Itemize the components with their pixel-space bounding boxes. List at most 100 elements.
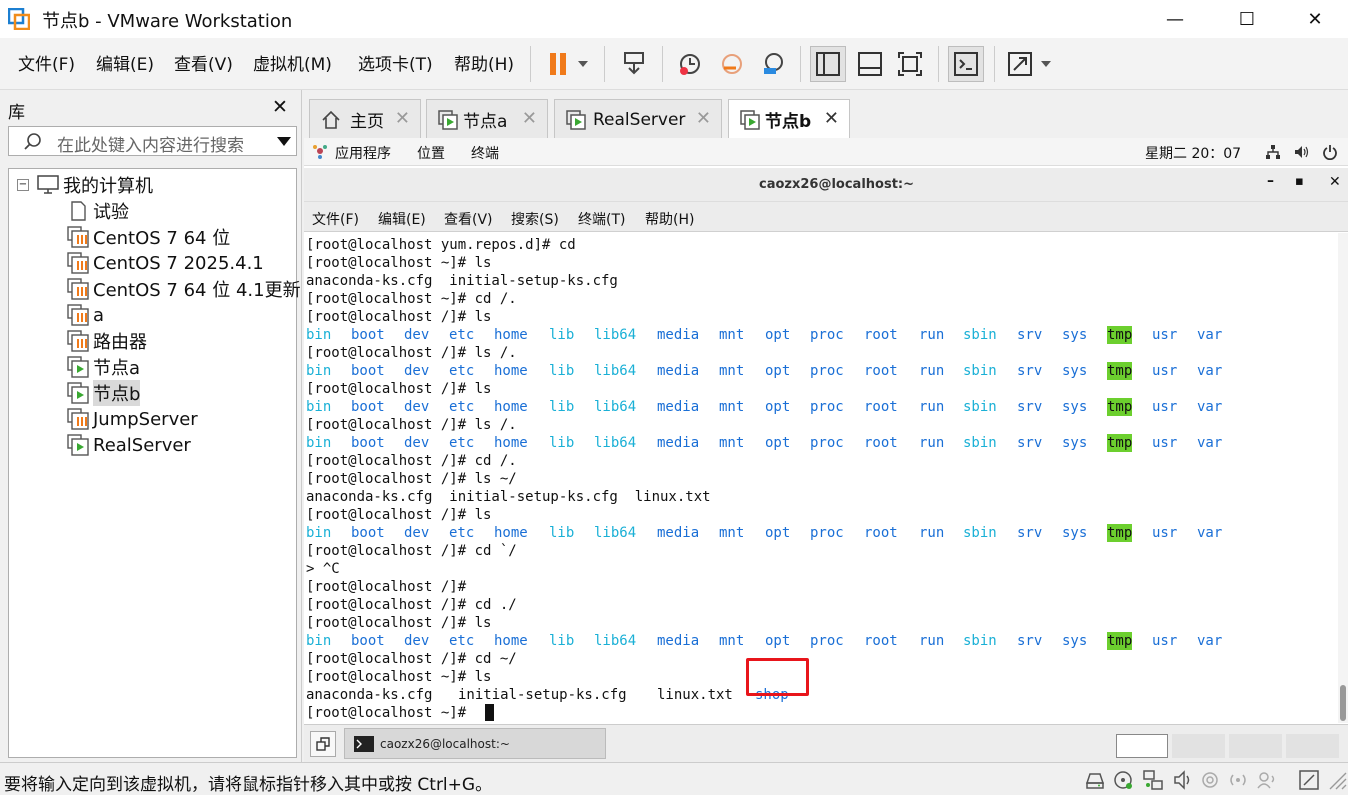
- terminal-maximize-button[interactable]: ▪: [1295, 174, 1304, 189]
- volume-icon[interactable]: [1293, 144, 1309, 160]
- library-close-icon[interactable]: ✕: [272, 96, 288, 118]
- dir-entry: srv: [1017, 363, 1043, 379]
- tree-root[interactable]: − 我的计算机: [17, 173, 153, 197]
- workspace-3[interactable]: [1229, 734, 1282, 758]
- tab-node-b[interactable]: 节点b ✕: [728, 99, 850, 139]
- vm-running-icon: [67, 382, 89, 404]
- dir-entry: run: [919, 525, 945, 541]
- resize-grip-icon[interactable]: [1326, 769, 1348, 791]
- sound-card-icon[interactable]: [1172, 769, 1194, 791]
- dir-entry: proc: [810, 327, 844, 343]
- vm-console[interactable]: 应用程序 位置 终端 星期二 20：07 caozx26@localhost:~…: [304, 138, 1348, 762]
- menu-vm[interactable]: 虚拟机(M): [253, 50, 332, 75]
- guest-applications-menu[interactable]: 应用程序: [335, 143, 391, 163]
- close-button[interactable]: ✕: [1292, 4, 1338, 34]
- tree-item[interactable]: CentOS 7 2025.4.1: [67, 251, 264, 275]
- fit-guest-icon[interactable]: [892, 46, 928, 82]
- collapse-icon[interactable]: −: [17, 179, 29, 191]
- dir-entry: bin: [306, 399, 332, 415]
- power-icon[interactable]: [1322, 144, 1338, 160]
- show-desktop-icon[interactable]: [310, 731, 336, 757]
- dir-entry: proc: [810, 363, 844, 379]
- thumbnail-bar-icon[interactable]: [852, 46, 888, 82]
- term-menu-edit[interactable]: 编辑(E): [378, 209, 426, 229]
- console-view-icon[interactable]: [948, 46, 984, 82]
- tree-item[interactable]: CentOS 7 64 位 4.1更新: [67, 277, 301, 301]
- tree-item[interactable]: 节点b: [67, 380, 141, 406]
- tree-item[interactable]: 路由器: [67, 329, 147, 353]
- chevron-down-icon[interactable]: [277, 137, 291, 147]
- tab-home[interactable]: 主页 ✕: [309, 99, 421, 139]
- guest-clock[interactable]: 星期二 20：07: [1145, 143, 1241, 163]
- tab-home-close-icon[interactable]: ✕: [395, 108, 410, 129]
- term-menu-view[interactable]: 查看(V): [444, 209, 493, 229]
- fullscreen-icon[interactable]: [1004, 46, 1056, 82]
- dir-entry: sbin: [963, 633, 997, 649]
- term-menu-terminal[interactable]: 终端(T): [578, 209, 625, 229]
- tab-realserver-label: RealServer: [593, 109, 686, 130]
- snapshot-manager-icon[interactable]: [756, 46, 792, 82]
- home-icon: [322, 110, 340, 129]
- tree-item[interactable]: 节点a: [67, 355, 140, 379]
- tab-realserver-close-icon[interactable]: ✕: [696, 108, 711, 129]
- term-menu-search[interactable]: 搜索(S): [511, 209, 559, 229]
- library-view-icon[interactable]: [810, 46, 846, 82]
- title-bar: 节点b - VMware Workstation — ☐ ✕: [0, 0, 1348, 38]
- terminal-minimize-button[interactable]: –: [1267, 173, 1274, 189]
- tree-item[interactable]: a: [67, 303, 104, 327]
- printer-icon[interactable]: [1199, 769, 1221, 791]
- wireless-icon[interactable]: [1227, 769, 1249, 791]
- terminal-ls-output: bin boot dev etc home lib lib64 media mnt opt proc…: [306, 434, 1336, 452]
- revert-snapshot-icon[interactable]: [714, 46, 750, 82]
- message-log-icon[interactable]: [1298, 769, 1320, 791]
- taskbar-terminal-item[interactable]: caozx26@localhost:~: [344, 728, 606, 759]
- tab-node-a-close-icon[interactable]: ✕: [522, 108, 537, 129]
- tree-item[interactable]: CentOS 7 64 位: [67, 225, 230, 249]
- dir-entry: lib64: [594, 363, 637, 379]
- tree-item[interactable]: JumpServer: [67, 407, 198, 431]
- terminal-close-button[interactable]: ✕: [1329, 174, 1341, 190]
- cd-dvd-icon[interactable]: [1112, 769, 1134, 791]
- dir-entry: bin: [306, 633, 332, 649]
- tab-node-a[interactable]: 节点a ✕: [426, 99, 548, 139]
- minimize-button[interactable]: —: [1152, 4, 1198, 34]
- terminal-output[interactable]: [root@localhost yum.repos.d]# cd [root@lo…: [304, 233, 1338, 723]
- terminal-line: [root@localhost /]# ls: [306, 381, 492, 397]
- menu-help[interactable]: 帮助(H): [454, 50, 514, 75]
- maximize-button[interactable]: ☐: [1224, 4, 1270, 34]
- terminal-line: [root@localhost /]# ls /.: [306, 417, 517, 433]
- tree-item[interactable]: 试验: [67, 199, 129, 223]
- dir-entry: boot: [351, 363, 385, 379]
- dir-entry: etc: [449, 399, 475, 415]
- term-menu-help[interactable]: 帮助(H): [645, 209, 694, 229]
- dir-entry: proc: [810, 435, 844, 451]
- menu-edit[interactable]: 编辑(E): [96, 50, 154, 75]
- guest-terminal-menu[interactable]: 终端: [471, 143, 499, 163]
- tree-item[interactable]: RealServer: [67, 433, 191, 457]
- library-search-input[interactable]: 在此处键入内容进行搜索: [8, 126, 297, 156]
- tab-node-b-close-icon[interactable]: ✕: [824, 108, 839, 129]
- hard-disk-icon[interactable]: [1084, 769, 1106, 791]
- workspace-4[interactable]: [1286, 734, 1339, 758]
- term-menu-file[interactable]: 文件(F): [312, 209, 359, 229]
- snapshot-icon[interactable]: [672, 46, 708, 82]
- network-icon[interactable]: [1265, 144, 1281, 160]
- tree-item-label: 节点b: [93, 380, 141, 406]
- network-adapter-icon[interactable]: [1142, 769, 1164, 791]
- guest-places-menu[interactable]: 位置: [417, 143, 445, 163]
- tab-realserver[interactable]: RealServer ✕: [554, 99, 722, 139]
- dir-entry: tmp: [1107, 434, 1133, 452]
- send-keys-icon[interactable]: [616, 46, 652, 82]
- user-icon[interactable]: [1256, 769, 1278, 791]
- workspace-1[interactable]: [1116, 734, 1168, 758]
- dir-entry: run: [919, 327, 945, 343]
- terminal-line: [root@localhost /]# ls: [306, 309, 492, 325]
- menu-tabs[interactable]: 选项卡(T): [358, 50, 433, 75]
- workspace-2[interactable]: [1172, 734, 1225, 758]
- menu-file[interactable]: 文件(F): [18, 50, 75, 75]
- dir-entry: opt: [765, 633, 791, 649]
- pause-icon[interactable]: [540, 46, 596, 82]
- menu-view[interactable]: 查看(V): [174, 50, 233, 75]
- dir-entry: lib64: [594, 399, 637, 415]
- terminal-scrollbar[interactable]: [1338, 233, 1348, 723]
